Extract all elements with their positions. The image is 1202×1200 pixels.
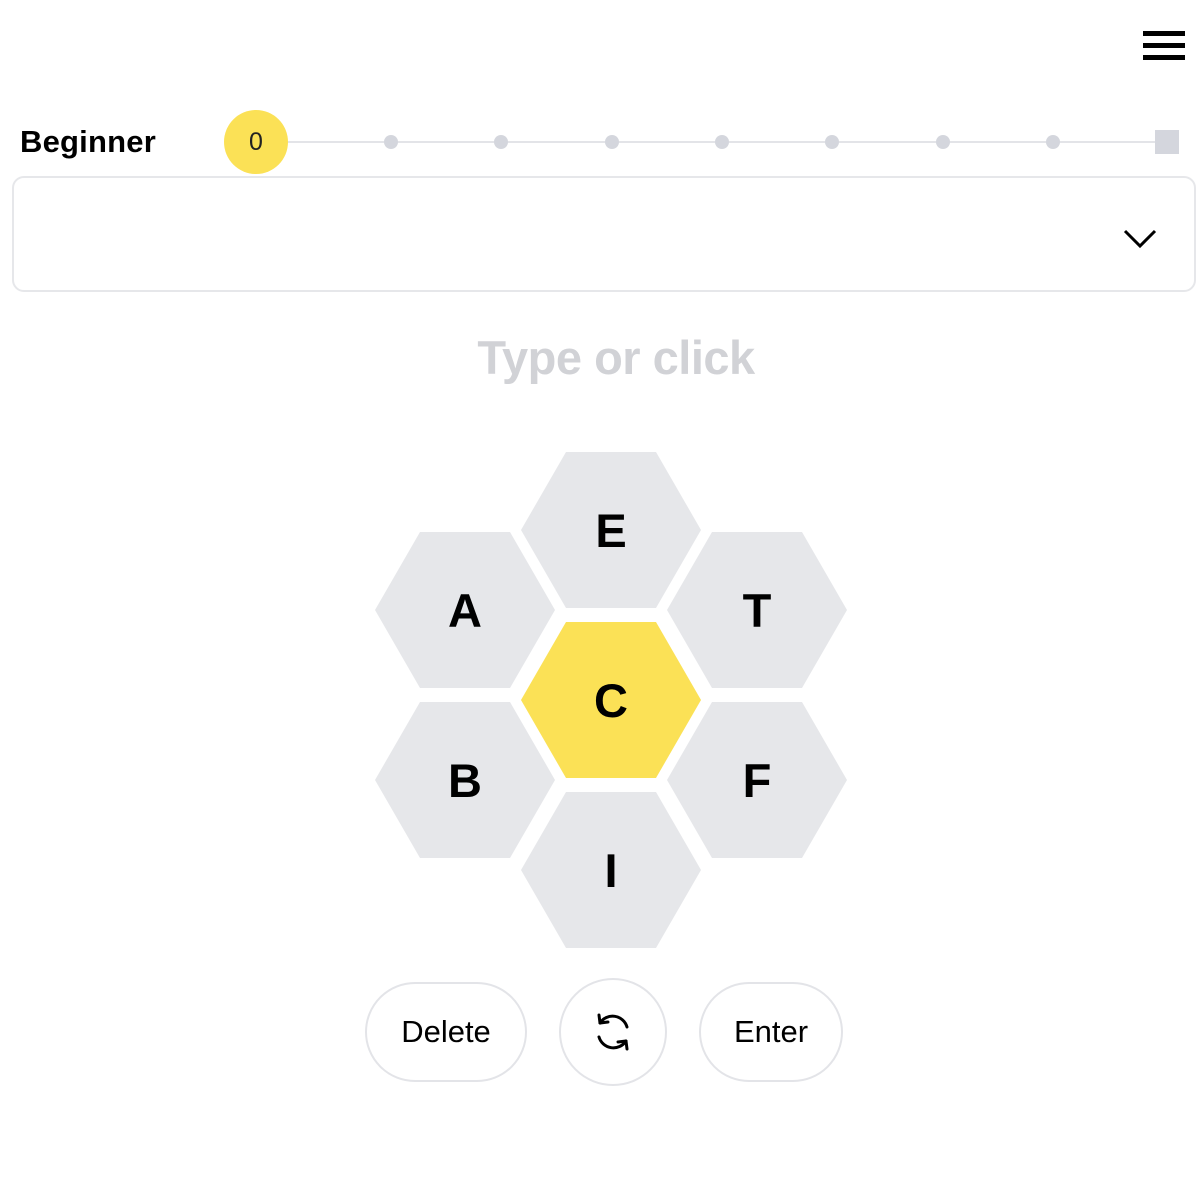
progress-dot — [605, 135, 619, 149]
progress-bar[interactable]: 0 — [224, 110, 1184, 174]
hive-cell-center[interactable]: C — [521, 622, 701, 778]
menu-bar — [1143, 55, 1185, 60]
delete-button[interactable]: Delete — [365, 982, 527, 1082]
progress-dot — [494, 135, 508, 149]
menu-bar — [1143, 31, 1185, 36]
menu-bar — [1143, 43, 1185, 48]
score-marker: 0 — [224, 110, 288, 174]
chevron-down-icon — [1123, 229, 1157, 249]
found-words-dropdown[interactable] — [12, 176, 1196, 292]
progress-dot — [715, 135, 729, 149]
progress-dot — [936, 135, 950, 149]
shuffle-icon — [597, 1013, 629, 1051]
progress-dot — [1046, 135, 1060, 149]
progress-end-square — [1155, 130, 1179, 154]
hamburger-menu-icon[interactable] — [1140, 28, 1188, 66]
progress-dot — [384, 135, 398, 149]
shuffle-button[interactable] — [559, 978, 667, 1086]
word-input[interactable]: Type or click — [0, 330, 1202, 385]
enter-button[interactable]: Enter — [699, 982, 843, 1082]
hive-letter: C — [594, 673, 628, 727]
progress-dot — [825, 135, 839, 149]
rank-label[interactable]: Beginner — [20, 124, 156, 160]
